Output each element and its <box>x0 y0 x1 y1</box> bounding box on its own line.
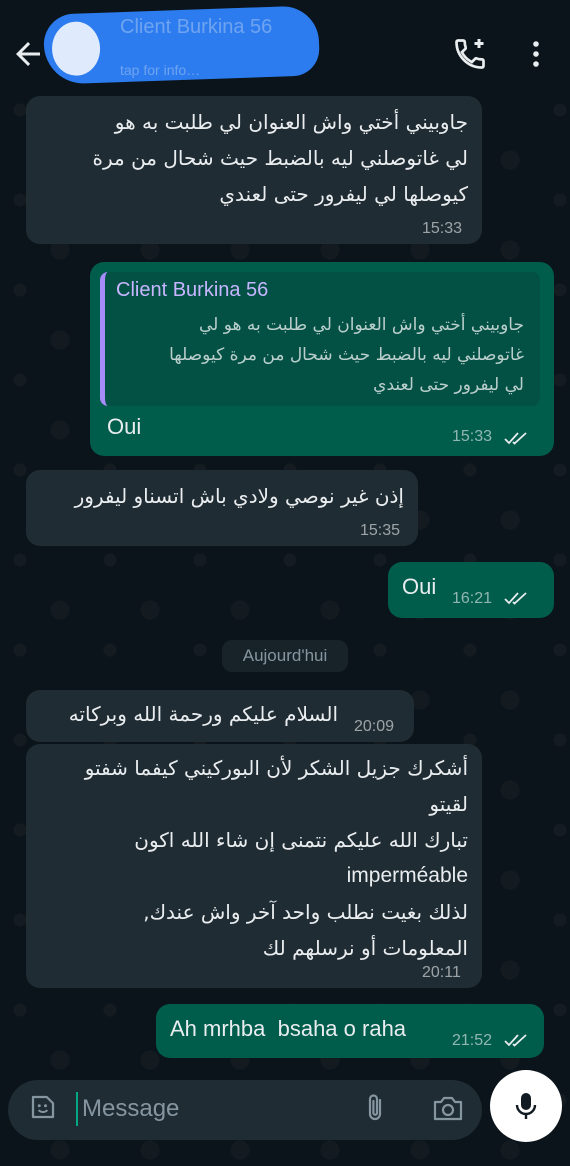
chat-header: Client Burkina 56 tap for info… <box>0 0 570 100</box>
message-line: لي غاتوصلني ليه بالضبط حيث شحال من مرة <box>92 146 469 170</box>
message-line: أشكرك جزيل الشكر لأن البوركيني كيفما شفت… <box>84 756 468 780</box>
message-line: المعلومات أو نرسلهم لك <box>262 936 468 960</box>
call-add-icon[interactable] <box>452 36 488 72</box>
message-time: 15:33 <box>422 220 463 237</box>
double-check-icon <box>504 1034 527 1047</box>
quote-author: Client Burkina 56 <box>116 279 269 301</box>
emoji-icon[interactable] <box>28 1092 58 1122</box>
message-bubble-incoming[interactable]: السلام عليكم ورحمة الله وبركاته 20:09 <box>26 690 414 742</box>
message-time: 15:33 <box>452 428 493 445</box>
message-time: 20:09 <box>354 718 395 735</box>
message-line: جاوبيني أختي واش العنوان لي طلبت به هو <box>114 110 468 134</box>
message-input[interactable] <box>80 1088 354 1130</box>
message-line: لذلك بغيت نطلب واحد آخر واش عندك, <box>143 900 468 924</box>
message-bubble-outgoing[interactable]: Oui 16:21 <box>388 562 554 618</box>
message-time: 21:52 <box>452 1032 493 1049</box>
message-bubble-incoming[interactable]: إذن غير نوصي ولادي باش اتسناو ليفرور 15:… <box>26 470 418 546</box>
message-time: 16:21 <box>452 590 493 607</box>
message-line: كيوصلها لي ليفرور حتى لعندي <box>219 182 468 206</box>
message-line: لقيتو <box>429 792 468 816</box>
message-text: Ah mrhba bsaha o raha <box>170 1016 407 1041</box>
contact-status: tap for info… <box>120 62 201 78</box>
quote-line: غاتوصلني ليه بالضبط حيث شحال من مرة كيوص… <box>169 345 524 365</box>
camera-icon[interactable] <box>432 1094 464 1122</box>
date-divider: Aujourd'hui <box>222 640 348 672</box>
message-bubble-incoming[interactable]: جاوبيني أختي واش العنوان لي طلبت به هو ل… <box>26 96 482 244</box>
message-text: إذن غير نوصي ولادي باش اتسناو ليفرور <box>74 484 404 508</box>
more-vert-icon[interactable] <box>522 38 550 70</box>
message-text: السلام عليكم ورحمة الله وبركاته <box>68 702 338 726</box>
double-check-icon <box>504 592 527 605</box>
message-time: 20:11 <box>422 964 461 981</box>
quote-line: لي ليفرور حتى لعندي <box>373 375 524 395</box>
message-time: 15:35 <box>360 522 401 539</box>
message-bubble-incoming[interactable]: أشكرك جزيل الشكر لأن البوركيني كيفما شفت… <box>26 744 482 988</box>
message-text: Oui <box>402 574 437 599</box>
attach-icon[interactable] <box>364 1092 388 1124</box>
mic-icon[interactable] <box>514 1090 538 1122</box>
contact-name[interactable]: Client Burkina 56 <box>120 16 272 39</box>
back-arrow-icon[interactable] <box>10 36 46 72</box>
message-bubble-outgoing[interactable]: Ah mrhba bsaha o raha 21:52 <box>156 1004 544 1058</box>
double-check-icon <box>504 432 527 445</box>
message-line: imperméable <box>346 864 468 887</box>
text-caret <box>76 1092 78 1126</box>
message-line: تبارك الله عليكم نتمنى إن شاء الله اكون <box>134 828 468 852</box>
message-text: Oui <box>107 414 142 439</box>
quote-line: جاوبيني أختي واش العنوان لي طلبت به هو ل… <box>198 315 524 335</box>
